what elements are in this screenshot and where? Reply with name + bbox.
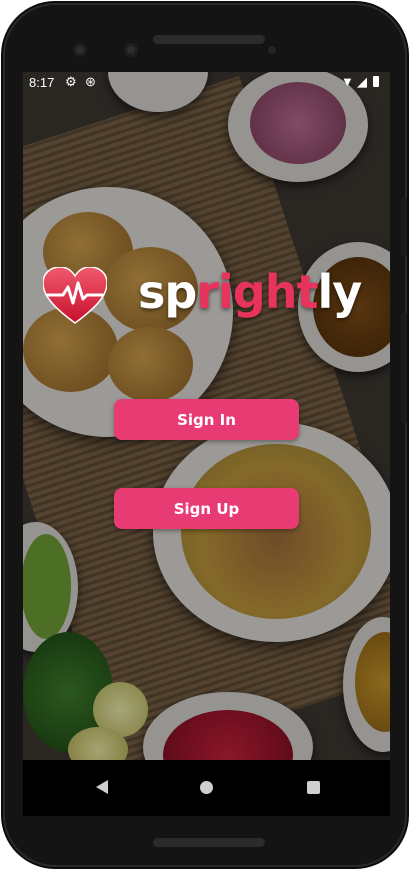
- signal-icon: ◢: [357, 74, 367, 89]
- app-name-part1: sp: [138, 265, 197, 319]
- volume-button: [401, 198, 407, 256]
- battery-icon: [373, 76, 379, 87]
- app-name-part2: right: [196, 265, 318, 319]
- front-camera: [73, 43, 87, 57]
- back-icon[interactable]: [96, 780, 108, 794]
- sign-in-button[interactable]: Sign In: [114, 399, 299, 440]
- app-logo: sprightly: [43, 265, 373, 327]
- proximity-sensor: [268, 46, 276, 54]
- front-camera-2: [124, 43, 138, 57]
- settings-icon: ⚙: [65, 74, 77, 89]
- sync-icon: ⊛: [85, 74, 96, 89]
- status-time: 8:17: [29, 75, 55, 90]
- status-bar: 8:17 ⚙ ⊛ ▼ ◢: [23, 72, 390, 94]
- home-icon[interactable]: [200, 781, 213, 794]
- app-screen: 8:17 ⚙ ⊛ ▼ ◢ sprightly Sign In Sign Up: [23, 72, 390, 812]
- dark-overlay: [23, 72, 390, 812]
- earpiece: [153, 35, 265, 44]
- wifi-icon: ▼: [341, 74, 354, 89]
- android-nav-bar: [23, 760, 390, 816]
- sign-up-button[interactable]: Sign Up: [114, 488, 299, 529]
- recents-icon[interactable]: [307, 781, 320, 794]
- app-name: sprightly: [138, 265, 362, 319]
- power-button: [401, 313, 407, 423]
- heart-pulse-icon: [43, 267, 107, 324]
- app-name-part3: ly: [317, 265, 362, 319]
- bottom-speaker: [153, 838, 265, 847]
